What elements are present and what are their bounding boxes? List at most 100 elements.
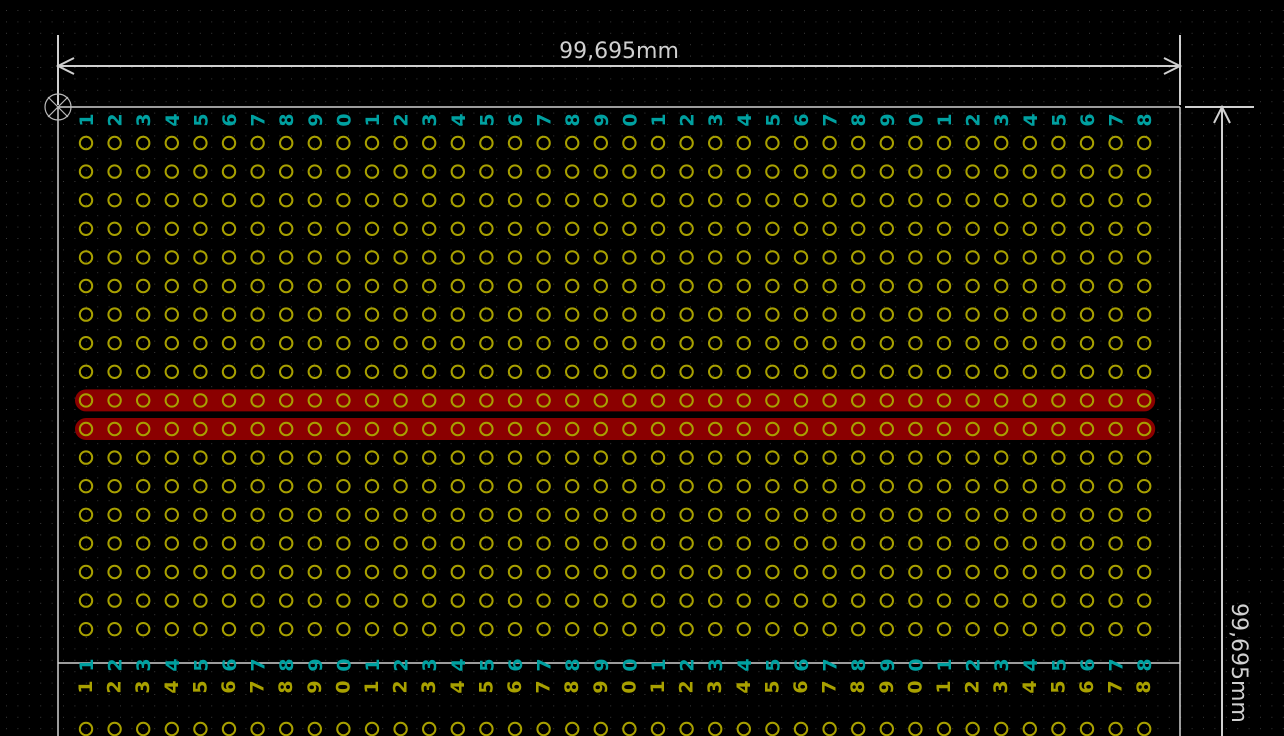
grid-dot bbox=[1100, 158, 1102, 160]
grid-dot bbox=[598, 101, 600, 103]
grid-dot bbox=[302, 329, 304, 331]
grid-dot bbox=[85, 226, 87, 228]
grid-dot bbox=[154, 67, 156, 68]
grid-dot bbox=[895, 249, 897, 251]
grid-dot bbox=[359, 135, 361, 137]
grid-dot bbox=[667, 443, 669, 445]
grid-dot bbox=[906, 181, 908, 182]
grid-dot bbox=[610, 21, 612, 23]
grid-dot bbox=[450, 443, 452, 445]
grid-dot bbox=[40, 431, 42, 433]
grid-dot bbox=[1260, 67, 1261, 68]
grid-dot bbox=[963, 55, 965, 57]
grid-dot bbox=[530, 89, 532, 91]
grid-dot bbox=[313, 181, 315, 182]
grid-dot bbox=[370, 466, 372, 467]
grid-dot bbox=[1089, 306, 1090, 308]
grid-dot bbox=[234, 32, 235, 34]
grid-dot bbox=[861, 386, 862, 388]
grid-dot bbox=[1157, 226, 1159, 228]
grid-dot bbox=[256, 477, 258, 479]
grid-dot bbox=[735, 306, 737, 308]
grid-dot bbox=[51, 283, 53, 285]
grid-dot bbox=[883, 89, 885, 91]
grid-dot bbox=[1146, 10, 1147, 11]
grid-dot bbox=[199, 272, 201, 274]
grid-dot bbox=[17, 477, 19, 479]
grid-dot bbox=[245, 215, 247, 217]
grid-dot bbox=[325, 89, 327, 91]
grid-dot bbox=[975, 238, 976, 239]
grid-dot bbox=[576, 226, 577, 228]
grid-dot bbox=[28, 397, 30, 399]
grid-dot bbox=[234, 500, 235, 502]
grid-dot bbox=[51, 511, 53, 513]
grid-dot bbox=[804, 44, 805, 46]
grid-dot bbox=[553, 317, 555, 319]
grid-dot bbox=[758, 374, 760, 376]
grid-dot bbox=[51, 215, 53, 217]
grid-dot bbox=[382, 89, 384, 91]
grid-dot bbox=[747, 443, 748, 445]
grid-dot bbox=[1020, 158, 1022, 160]
grid-dot bbox=[222, 272, 224, 274]
grid-dot bbox=[1248, 124, 1250, 125]
grid-dot bbox=[1020, 260, 1022, 262]
grid-dot bbox=[359, 260, 361, 262]
grid-dot bbox=[804, 477, 805, 479]
grid-dot bbox=[838, 101, 840, 103]
grid-dot bbox=[861, 283, 862, 285]
grid-dot bbox=[952, 283, 954, 285]
grid-dot bbox=[598, 32, 600, 34]
grid-dot bbox=[1009, 500, 1011, 502]
grid-dot bbox=[610, 500, 612, 502]
grid-dot bbox=[1020, 374, 1022, 376]
grid-dot bbox=[735, 181, 737, 182]
grid-dot bbox=[348, 78, 349, 80]
grid-dot bbox=[291, 192, 292, 194]
grid-dot bbox=[256, 21, 258, 23]
grid-dot bbox=[667, 249, 669, 251]
grid-dot bbox=[279, 238, 281, 239]
grid-dot bbox=[245, 10, 247, 11]
grid-dot bbox=[74, 374, 76, 376]
grid-dot bbox=[1225, 488, 1227, 490]
grid-dot bbox=[1248, 101, 1250, 103]
grid-dot bbox=[1203, 488, 1204, 490]
grid-dot bbox=[815, 124, 817, 125]
grid-dot bbox=[986, 443, 988, 445]
grid-dot bbox=[849, 500, 851, 502]
grid-dot bbox=[325, 283, 327, 285]
grid-dot bbox=[986, 306, 988, 308]
grid-dot bbox=[769, 55, 771, 57]
grid-dot bbox=[131, 32, 133, 34]
grid-dot bbox=[1260, 500, 1261, 502]
grid-dot bbox=[28, 146, 30, 148]
grid-dot bbox=[108, 55, 110, 57]
grid-dot bbox=[598, 295, 600, 296]
grid-dot bbox=[655, 386, 657, 388]
grid-dot bbox=[861, 158, 862, 160]
grid-dot bbox=[85, 89, 87, 91]
grid-dot bbox=[74, 454, 76, 456]
grid-dot bbox=[325, 477, 327, 479]
grid-dot bbox=[883, 10, 885, 11]
grid-dot bbox=[302, 21, 304, 23]
grid-dot bbox=[28, 181, 30, 182]
grid-dot bbox=[883, 374, 885, 376]
grid-dot bbox=[610, 158, 612, 160]
pcb-canvas[interactable]: 99,695mm 99,695mm 1112223334445556667778… bbox=[0, 0, 1284, 736]
grid-dot bbox=[735, 340, 737, 342]
grid-dot bbox=[883, 55, 885, 57]
grid-dot bbox=[541, 477, 543, 479]
grid-dot bbox=[1020, 352, 1022, 353]
grid-dot bbox=[1123, 443, 1125, 445]
grid-dot bbox=[416, 249, 418, 251]
grid-dot bbox=[861, 192, 862, 194]
grid-dot bbox=[735, 44, 737, 46]
grid-dot bbox=[1066, 500, 1068, 502]
grid-dot bbox=[291, 272, 292, 274]
grid-dot bbox=[188, 488, 190, 490]
grid-dot bbox=[735, 226, 737, 228]
grid-dot bbox=[177, 363, 178, 365]
